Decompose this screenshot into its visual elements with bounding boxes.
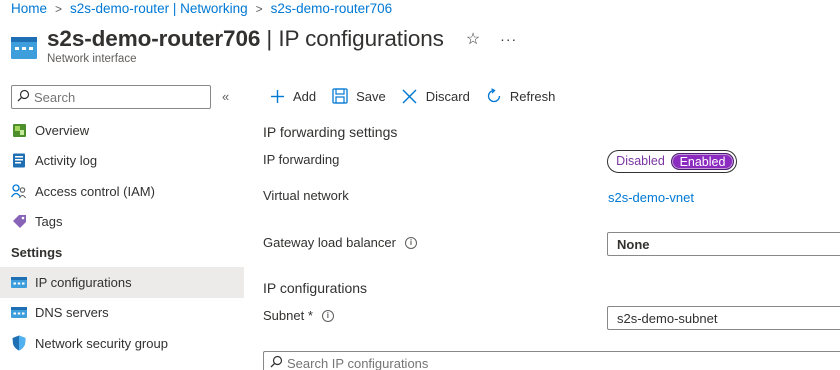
sidebar-item-label: Network security group: [35, 335, 168, 351]
virtual-network-link[interactable]: s2s-demo-vnet: [608, 190, 694, 205]
sidebar-item-overview[interactable]: Overview: [0, 115, 244, 146]
overview-icon: [11, 122, 27, 138]
ip-forwarding-heading: IP forwarding settings: [263, 124, 398, 140]
ip-config-icon: [11, 274, 27, 290]
star-icon[interactable]: ☆: [466, 29, 480, 49]
resource-name: s2s-demo-router706: [47, 26, 261, 51]
sidebar-item-label: DNS servers: [35, 305, 109, 321]
breadcrumb-separator: >: [55, 1, 63, 16]
info-icon[interactable]: i: [321, 309, 334, 322]
save-icon: [331, 87, 349, 105]
info-icon[interactable]: i: [404, 236, 417, 249]
close-icon: [401, 87, 419, 105]
refresh-button-label: Refresh: [509, 88, 556, 104]
plus-icon: [268, 87, 286, 105]
refresh-icon: [485, 87, 503, 105]
add-button-label: Add: [293, 88, 317, 104]
ip-config-search-input[interactable]: [287, 355, 687, 370]
page-subtitle: Network interface: [47, 53, 137, 65]
iam-icon: [11, 183, 27, 199]
sidebar-item-label: Access control (IAM): [35, 183, 155, 199]
sidebar-item-label: IP configurations: [35, 274, 132, 290]
command-bar: Add Save Discard Refresh: [268, 87, 570, 105]
sidebar-search[interactable]: [11, 85, 211, 109]
breadcrumb: Home > s2s-demo-router | Networking > s2…: [11, 1, 392, 16]
network-interface-icon: [11, 35, 37, 61]
page-header: s2s-demo-router706 | IP configurations ☆…: [11, 26, 517, 65]
virtual-network-label: Virtual network: [263, 188, 349, 203]
sidebar-item-dns-servers[interactable]: DNS servers: [0, 298, 244, 329]
sidebar-item-ip-configurations[interactable]: IP configurations: [0, 267, 244, 298]
more-options-button[interactable]: ···: [500, 31, 517, 47]
refresh-button[interactable]: Refresh: [485, 87, 556, 105]
sidebar-section-settings: Settings: [11, 244, 63, 260]
breadcrumb-resource[interactable]: s2s-demo-router706: [271, 1, 393, 16]
sidebar-item-label: Overview: [35, 122, 90, 138]
search-icon: [17, 89, 30, 105]
activity-log-icon: [11, 153, 27, 169]
breadcrumb-separator: >: [255, 1, 263, 16]
add-button[interactable]: Add: [268, 87, 316, 105]
shield-icon: [11, 335, 27, 351]
sidebar-item-network-security-group[interactable]: Network security group: [0, 328, 244, 359]
search-icon: [270, 355, 283, 370]
ip-forwarding-toggle[interactable]: Disabled Enabled: [607, 150, 737, 173]
save-button-label: Save: [356, 88, 386, 104]
sidebar-item-label: Tags: [35, 214, 63, 230]
page-title-suffix: | IP configurations: [260, 26, 444, 51]
dns-icon: [11, 305, 27, 321]
discard-button[interactable]: Discard: [401, 87, 470, 105]
discard-button-label: Discard: [425, 88, 470, 104]
sidebar-item-activity-log[interactable]: Activity log: [0, 146, 244, 177]
page-title: s2s-demo-router706 | IP configurations: [47, 26, 444, 52]
gateway-lb-label: Gateway load balancer: [263, 235, 396, 250]
ip-configurations-heading: IP configurations: [263, 280, 368, 296]
breadcrumb-home[interactable]: Home: [11, 1, 47, 16]
sidebar-search-input[interactable]: [34, 89, 204, 105]
ip-forwarding-label: IP forwarding: [263, 152, 340, 167]
tag-icon: [11, 214, 27, 230]
sidebar-item-label: Activity log: [35, 153, 98, 169]
breadcrumb-networking[interactable]: s2s-demo-router | Networking: [70, 1, 248, 16]
subnet-label: Subnet *: [263, 308, 313, 323]
collapse-sidebar-button[interactable]: «: [222, 89, 229, 104]
toggle-option-disabled[interactable]: Disabled: [610, 153, 671, 170]
toggle-option-enabled[interactable]: Enabled: [671, 153, 734, 170]
subnet-select[interactable]: s2s-demo-subnet: [607, 306, 840, 330]
sidebar-item-tags[interactable]: Tags: [0, 207, 244, 238]
gateway-lb-row: Gateway load balancer i: [263, 235, 417, 250]
save-button[interactable]: Save: [331, 87, 386, 105]
gateway-lb-select[interactable]: None: [607, 232, 840, 256]
subnet-row: Subnet * i: [263, 308, 334, 323]
ip-config-search[interactable]: [263, 351, 840, 370]
sidebar-item-iam[interactable]: Access control (IAM): [0, 176, 244, 207]
sidebar-nav: Overview Activity log Access control (IA…: [0, 115, 244, 359]
